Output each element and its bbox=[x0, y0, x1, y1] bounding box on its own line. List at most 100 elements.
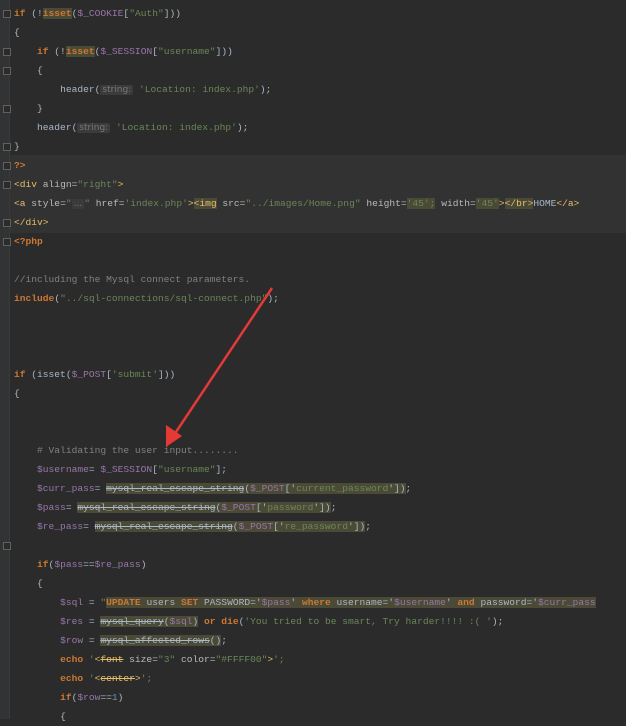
code-line[interactable]: $row = mysql_affected_rows(); bbox=[14, 631, 626, 650]
code-line[interactable]: { bbox=[14, 384, 626, 403]
parameter-hint: string: bbox=[77, 123, 111, 133]
code-token: 'index.php' bbox=[124, 198, 188, 209]
fold-toggle-icon[interactable] bbox=[3, 143, 11, 151]
code-line[interactable]: header(string: 'Location: index.php'); bbox=[14, 118, 626, 137]
code-token: = bbox=[83, 635, 101, 646]
code-token: ); bbox=[259, 84, 272, 95]
code-token: echo bbox=[60, 673, 84, 684]
code-token: 'Location: index.php' bbox=[133, 84, 260, 95]
code-line[interactable]: { bbox=[14, 574, 626, 593]
code-token: PASSWORD=' bbox=[198, 597, 262, 608]
fold-toggle-icon[interactable] bbox=[3, 181, 11, 189]
code-token: " bbox=[65, 198, 72, 209]
code-line[interactable]: echo '<center>'; bbox=[14, 669, 626, 688]
code-token: # Validating the user input........ bbox=[37, 445, 239, 456]
fold-toggle-icon[interactable] bbox=[3, 48, 11, 56]
code-token: == bbox=[83, 559, 95, 570]
code-line[interactable]: include("../sql-connections/sql-connect.… bbox=[14, 289, 626, 308]
code-token: $sql bbox=[169, 616, 193, 627]
code-token: current_password bbox=[296, 483, 389, 494]
code-line[interactable]: } bbox=[14, 99, 626, 118]
fold-toggle-icon[interactable] bbox=[3, 105, 11, 113]
code-line[interactable] bbox=[14, 536, 626, 555]
code-line[interactable]: if (!isset($_COOKIE["Auth"])) bbox=[14, 4, 626, 23]
code-token: if bbox=[14, 8, 26, 19]
code-line[interactable]: } bbox=[14, 137, 626, 156]
code-line[interactable]: <?php bbox=[14, 232, 626, 251]
code-line[interactable]: $pass= mysql_real_escape_string($_POST['… bbox=[14, 498, 626, 517]
fold-toggle-icon[interactable] bbox=[3, 10, 11, 18]
code-line[interactable]: <a style="... " href='index.php'><img src… bbox=[14, 194, 626, 213]
fold-toggle-icon[interactable] bbox=[3, 162, 11, 170]
fold-toggle-icon[interactable] bbox=[3, 238, 11, 246]
code-line[interactable]: $curr_pass= mysql_real_escape_string($_P… bbox=[14, 479, 626, 498]
code-token: (! bbox=[25, 8, 43, 19]
code-line[interactable]: { bbox=[14, 23, 626, 42]
code-token: header( bbox=[37, 122, 78, 133]
code-token: mysql_real_escape_string bbox=[77, 502, 216, 513]
code-line[interactable] bbox=[14, 308, 626, 327]
code-token: ( bbox=[232, 521, 239, 532]
code-line[interactable]: if($pass==$re_pass) bbox=[14, 555, 626, 574]
code-token: UPDATE bbox=[106, 597, 141, 608]
code-line[interactable]: if (isset($_POST['submit'])) bbox=[14, 365, 626, 384]
code-line[interactable]: $re_pass= mysql_real_escape_string($_POS… bbox=[14, 517, 626, 536]
code-token: = bbox=[94, 483, 107, 494]
code-line[interactable]: ?> bbox=[14, 156, 626, 175]
code-token: password=' bbox=[474, 597, 539, 608]
code-token: ])) bbox=[163, 8, 182, 19]
code-line[interactable]: <div align="right"> bbox=[14, 175, 626, 194]
code-line[interactable]: # Validating the user input........ bbox=[14, 441, 626, 460]
code-line[interactable]: echo '<font size="3" color="#FFFF00">'; bbox=[14, 650, 626, 669]
code-token: <a bbox=[14, 198, 32, 209]
code-token: '45' bbox=[475, 198, 499, 209]
code-token: = bbox=[83, 597, 101, 608]
code-token: { bbox=[60, 711, 66, 722]
code-line[interactable]: $sql = "UPDATE users SET PASSWORD='$pass… bbox=[14, 593, 626, 612]
code-token: ?> bbox=[14, 160, 26, 171]
code-token: ])) bbox=[157, 369, 176, 380]
code-line[interactable] bbox=[14, 251, 626, 270]
code-token: } bbox=[37, 103, 43, 114]
code-line[interactable]: header(string: 'Location: index.php'); bbox=[14, 80, 626, 99]
code-token: $curr_pass bbox=[538, 597, 596, 608]
code-token: mysql_affected_rows bbox=[100, 635, 210, 646]
code-token: </div> bbox=[14, 217, 49, 228]
code-token: height= bbox=[360, 198, 407, 209]
code-token: = bbox=[83, 521, 95, 532]
code-token: (isset( bbox=[25, 369, 72, 380]
code-token: > bbox=[498, 198, 505, 209]
fold-toggle-icon[interactable] bbox=[3, 67, 11, 75]
code-token: "../sql-connections/sql-connect.php" bbox=[60, 293, 268, 304]
parameter-hint: string: bbox=[100, 85, 134, 95]
code-line[interactable]: //including the Mysql connect parameters… bbox=[14, 270, 626, 289]
code-line[interactable] bbox=[14, 327, 626, 346]
fold-toggle-icon[interactable] bbox=[3, 219, 11, 227]
code-token: $pass bbox=[261, 597, 291, 608]
code-line[interactable]: </div> bbox=[14, 213, 626, 232]
code-token: = bbox=[65, 502, 78, 513]
code-token: = bbox=[88, 464, 101, 475]
code-line[interactable]: $res = mysql_query($sql) or die('You tri… bbox=[14, 612, 626, 631]
code-line[interactable] bbox=[14, 346, 626, 365]
fold-toggle-icon[interactable] bbox=[3, 542, 11, 550]
code-token: $pass bbox=[37, 502, 66, 513]
code-token: "username" bbox=[157, 46, 216, 57]
code-token: $_POST bbox=[71, 369, 107, 380]
code-line[interactable]: if (!isset($_SESSION["username"])) bbox=[14, 42, 626, 61]
code-token: center bbox=[100, 673, 135, 684]
code-line[interactable]: { bbox=[14, 61, 626, 80]
code-line[interactable]: $username= $_SESSION["username"]; bbox=[14, 460, 626, 479]
code-editor[interactable]: if (!isset($_COOKIE["Auth"])){ if (!isse… bbox=[14, 4, 626, 726]
code-line[interactable]: if($row==1) bbox=[14, 688, 626, 707]
code-token: { bbox=[14, 388, 20, 399]
code-line[interactable] bbox=[14, 403, 626, 422]
code-line[interactable]: { bbox=[14, 707, 626, 726]
code-line[interactable] bbox=[14, 422, 626, 441]
